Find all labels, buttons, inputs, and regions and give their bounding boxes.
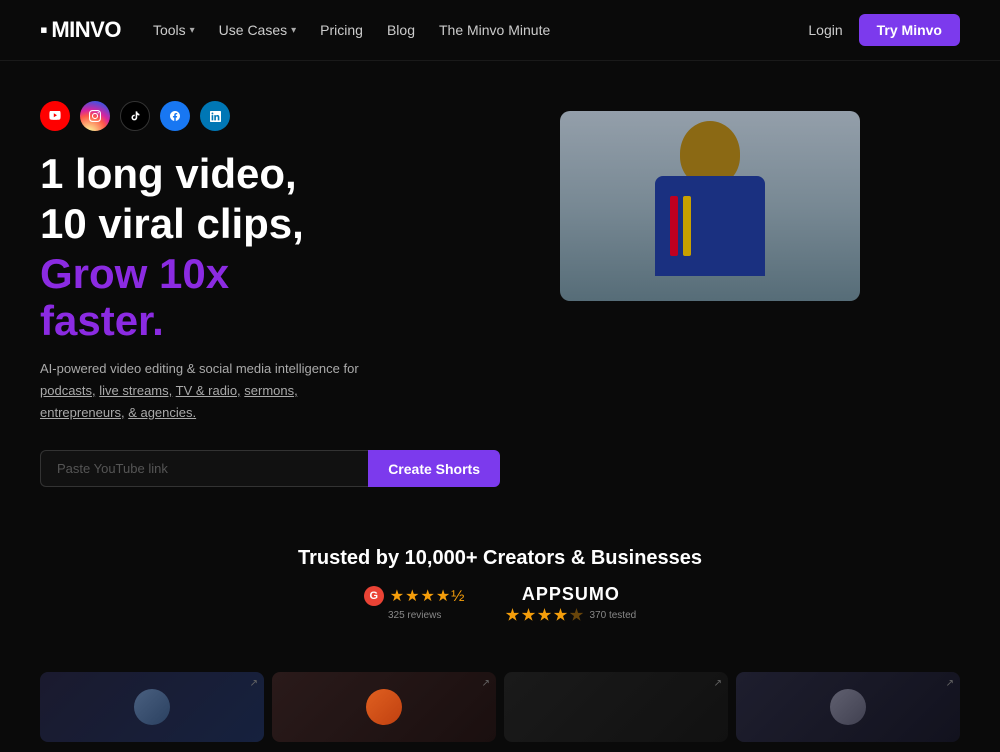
avatar-1: [134, 689, 170, 725]
google-stars: ★★★★½: [390, 586, 466, 606]
facebook-icon[interactable]: [160, 101, 190, 131]
card-thumb-4: ↗: [736, 672, 960, 742]
headline-line2: 10 viral clips,: [40, 201, 500, 247]
youtube-icon[interactable]: [40, 101, 70, 131]
appsumo-star-1: [506, 608, 520, 622]
nav-links: Tools ▾ Use Cases ▾ Pricing Blog The Min…: [153, 22, 808, 38]
external-link-icon-1: ↗: [250, 678, 258, 689]
person-shirt: [655, 176, 765, 276]
trusted-title: Trusted by 10,000+ Creators & Businesses: [40, 547, 960, 570]
nav-minvo-minute[interactable]: The Minvo Minute: [439, 22, 550, 38]
hero-left: 1 long video, 10 viral clips, Grow 10x f…: [40, 101, 500, 487]
appsumo-star-5: [570, 608, 584, 622]
appsumo-star-4: [554, 608, 568, 622]
link-agencies[interactable]: & agencies.: [128, 405, 196, 420]
linkedin-icon[interactable]: [200, 101, 230, 131]
shirt-stripe-gold: [683, 196, 691, 256]
hero-section: 1 long video, 10 viral clips, Grow 10x f…: [0, 61, 1000, 517]
chevron-down-icon: ▾: [291, 25, 296, 36]
appsumo-stars: 370 tested: [506, 608, 637, 622]
google-g-icon: G: [364, 586, 384, 606]
avatar-3: [830, 689, 866, 725]
card-thumb-3: ↗: [504, 672, 728, 742]
appsumo-review: APPSUMO 370 tested: [506, 584, 637, 622]
video-thumbnail: [560, 111, 860, 301]
card-content-1: [40, 672, 264, 742]
video-content: [560, 111, 860, 301]
tiktok-icon[interactable]: [120, 101, 150, 131]
card-thumb-1: ↗: [40, 672, 264, 742]
logo[interactable]: ▪ MINVO: [40, 17, 121, 43]
card-thumb-2: ↗: [272, 672, 496, 742]
try-minvo-button[interactable]: Try Minvo: [859, 14, 960, 46]
headline-line4: faster.: [40, 298, 500, 344]
chevron-down-icon: ▾: [190, 25, 195, 36]
external-link-icon-4: ↗: [946, 678, 954, 689]
navbar: ▪ MINVO Tools ▾ Use Cases ▾ Pricing Blog…: [0, 0, 1000, 61]
instagram-icon[interactable]: [80, 101, 110, 131]
cta-row: Create Shorts: [40, 450, 500, 487]
nav-use-cases[interactable]: Use Cases ▾: [219, 22, 297, 38]
shirt-stripe-red: [670, 196, 678, 256]
nav-tools[interactable]: Tools ▾: [153, 22, 195, 38]
link-podcasts[interactable]: podcasts,: [40, 383, 96, 398]
hero-headline: 1 long video, 10 viral clips, Grow 10x f…: [40, 151, 500, 344]
external-link-icon-3: ↗: [714, 678, 722, 689]
nav-blog[interactable]: Blog: [387, 22, 415, 38]
nav-right: Login Try Minvo: [808, 14, 960, 46]
appsumo-text: APPSUMO: [522, 584, 620, 605]
hero-video: [560, 111, 860, 301]
cards-row: ↗ ↗ ↗ ↗: [0, 662, 1000, 752]
link-entrepreneurs[interactable]: entrepreneurs,: [40, 405, 125, 420]
login-button[interactable]: Login: [808, 22, 842, 38]
logo-m-icon: ▪: [40, 17, 47, 43]
social-icons: [40, 101, 500, 131]
person-silhouette: [640, 121, 780, 301]
nav-pricing[interactable]: Pricing: [320, 22, 363, 38]
card-content-4: [736, 672, 960, 742]
external-link-icon-2: ↗: [482, 678, 490, 689]
youtube-link-input[interactable]: [40, 450, 368, 487]
link-tv-radio[interactable]: TV & radio,: [176, 383, 241, 398]
hero-subtext: AI-powered video editing & social media …: [40, 358, 500, 424]
card-content-2: [272, 672, 496, 742]
card-content-3: [504, 672, 728, 742]
avatar-2: [366, 689, 402, 725]
link-sermons[interactable]: sermons,: [244, 383, 297, 398]
link-livestreams[interactable]: live streams,: [99, 383, 172, 398]
appsumo-review-count: 370 tested: [590, 610, 637, 621]
appsumo-star-2: [522, 608, 536, 622]
headline-line1: 1 long video,: [40, 151, 500, 197]
google-logo: G ★★★★½: [364, 586, 466, 606]
google-review: G ★★★★½ 325 reviews: [364, 586, 466, 621]
create-shorts-button[interactable]: Create Shorts: [368, 450, 500, 487]
google-review-count: 325 reviews: [388, 610, 441, 621]
headline-line3: Grow 10x: [40, 251, 500, 297]
trusted-section: Trusted by 10,000+ Creators & Businesses…: [0, 517, 1000, 662]
review-logos: G ★★★★½ 325 reviews APPSUMO 370 tested: [40, 584, 960, 622]
appsumo-star-3: [538, 608, 552, 622]
